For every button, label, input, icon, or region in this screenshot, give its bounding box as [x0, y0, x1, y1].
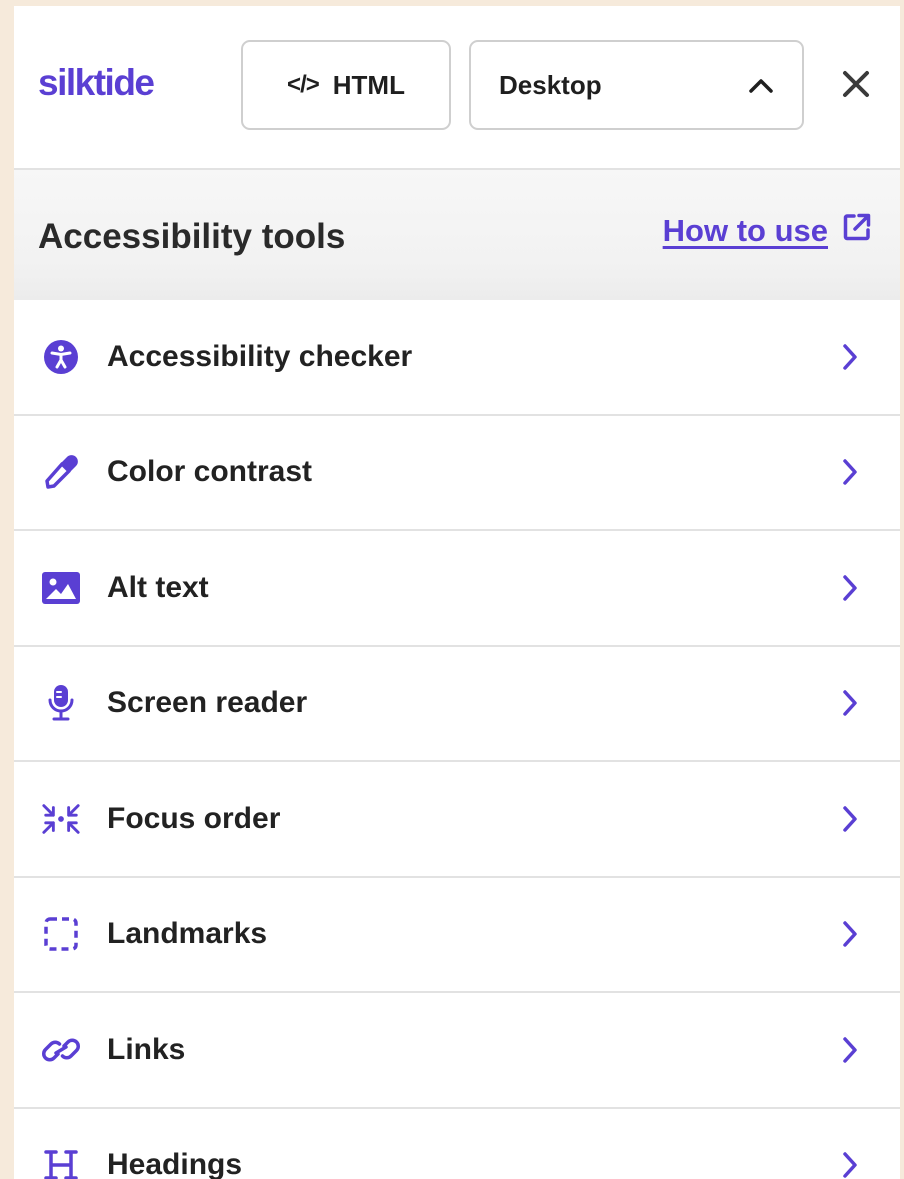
- chevron-right-icon: [838, 803, 862, 835]
- chevron-right-icon: [838, 1034, 862, 1066]
- accessibility-icon: [40, 336, 82, 378]
- tool-label: Color contrast: [107, 455, 313, 489]
- tool-label: Links: [107, 1032, 186, 1066]
- close-button[interactable]: [836, 66, 876, 106]
- how-to-use-link[interactable]: How to use: [663, 212, 872, 250]
- tool-landmarks[interactable]: Landmarks: [14, 878, 900, 993]
- chevron-right-icon: [838, 687, 862, 719]
- section-title: Accessibility tools: [38, 217, 346, 256]
- chevron-right-icon: [838, 456, 862, 488]
- eyedropper-icon: [40, 451, 82, 493]
- html-view-label: HTML: [332, 69, 405, 100]
- external-link-icon: [842, 212, 872, 250]
- code-icon: </>: [287, 71, 320, 98]
- landmarks-icon: [40, 913, 82, 955]
- microphone-icon: [40, 682, 82, 724]
- tool-label: Accessibility checker: [107, 339, 413, 373]
- tools-list: Accessibility checker Color contrast Alt…: [14, 300, 900, 1179]
- tool-color-contrast[interactable]: Color contrast: [14, 416, 900, 531]
- html-view-button[interactable]: </> HTML: [241, 40, 451, 130]
- tool-label: Screen reader: [107, 686, 308, 720]
- chevron-up-icon: [748, 70, 774, 101]
- chevron-right-icon: [838, 341, 862, 373]
- tool-label: Alt text: [107, 570, 209, 604]
- how-to-use-label: How to use: [662, 213, 828, 248]
- tool-accessibility-checker[interactable]: Accessibility checker: [14, 300, 900, 416]
- tool-label: Headings: [107, 1148, 243, 1179]
- device-select[interactable]: Desktop: [469, 40, 804, 130]
- accessibility-panel: silktide </> HTML Desktop Accessibility …: [14, 6, 900, 1179]
- chevron-right-icon: [838, 572, 862, 604]
- tool-screen-reader[interactable]: Screen reader: [14, 647, 900, 762]
- heading-icon: [40, 1144, 82, 1179]
- close-icon: [841, 69, 871, 104]
- focus-order-icon: [40, 798, 82, 840]
- panel-toolbar: silktide </> HTML Desktop: [14, 6, 900, 170]
- image-icon: [40, 567, 82, 609]
- section-header: Accessibility tools How to use: [14, 170, 900, 300]
- tool-focus-order[interactable]: Focus order: [14, 762, 900, 878]
- device-select-value: Desktop: [499, 69, 602, 100]
- chevron-right-icon: [838, 1149, 862, 1179]
- tool-alt-text[interactable]: Alt text: [14, 531, 900, 647]
- link-icon: [40, 1029, 82, 1071]
- chevron-right-icon: [838, 918, 862, 950]
- tool-label: Focus order: [107, 801, 281, 835]
- silktide-logo: silktide: [38, 62, 155, 103]
- tool-headings[interactable]: Headings: [14, 1109, 900, 1179]
- tool-links[interactable]: Links: [14, 993, 900, 1109]
- tool-label: Landmarks: [107, 917, 268, 951]
